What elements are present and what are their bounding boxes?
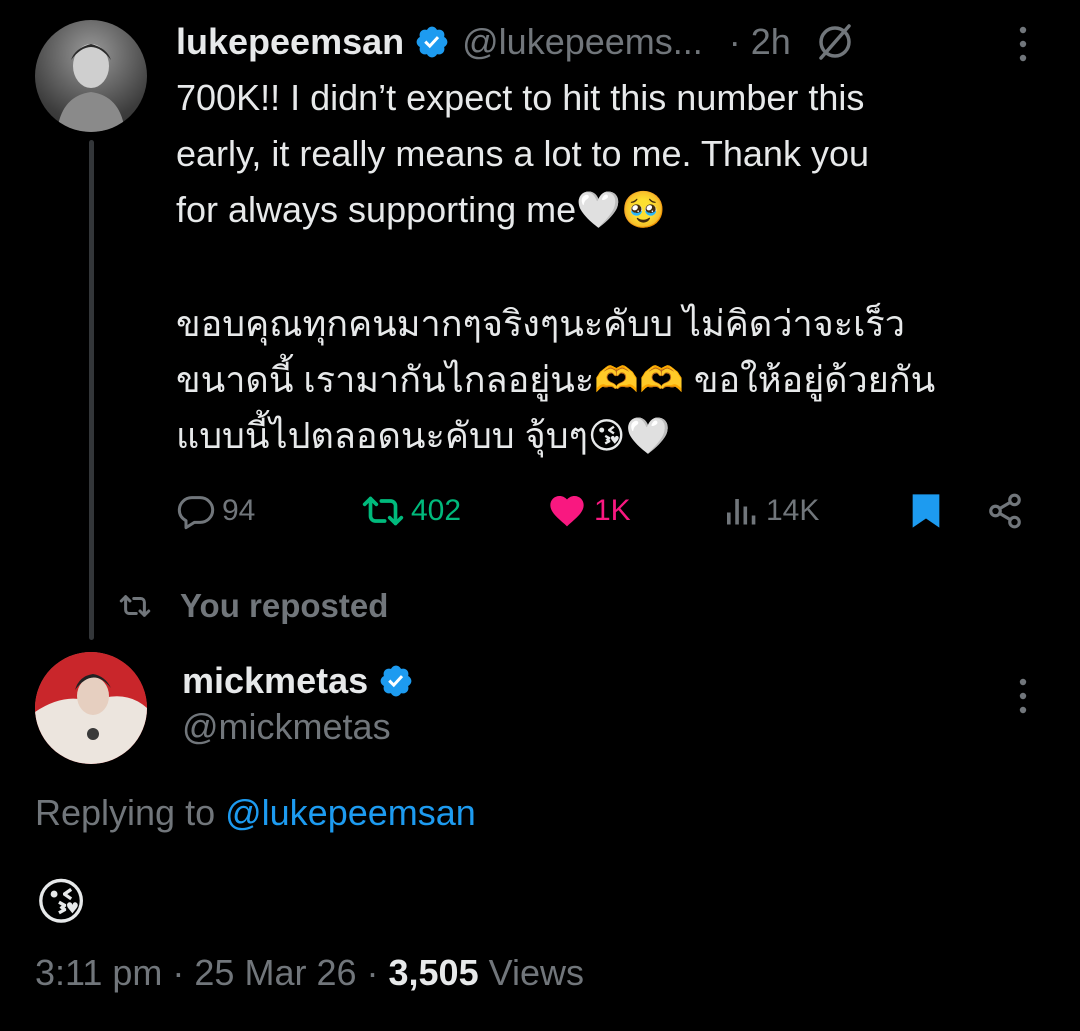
reply-button[interactable]: 94	[176, 486, 255, 536]
tweet-header: lukepeemsan @lukepeems... · 2h	[176, 14, 855, 70]
verified-badge-icon	[416, 26, 448, 58]
verified-badge-icon	[380, 665, 412, 697]
reply-author-name-row: mickmetas	[182, 656, 414, 706]
reply-tweet-text: 😘	[35, 874, 88, 930]
tweet-time[interactable]: 3:11 pm	[35, 952, 162, 993]
author-handle[interactable]: @lukepeems...	[462, 21, 703, 63]
tweet-date[interactable]: 25 Mar 26	[194, 952, 356, 993]
meta-separator: ·	[356, 952, 389, 993]
heart-icon	[550, 496, 584, 527]
tweet-text-thai: ขอบคุณทุกคนมากๆจริงๆนะคับบ ไม่คิดว่าจะเร…	[176, 303, 936, 456]
repost-context-label: You reposted	[180, 587, 389, 624]
tweet-text-english: 700K!! I didn’t expect to hit this numbe…	[176, 77, 869, 230]
repost-context: You reposted	[118, 584, 388, 628]
reply-count: 94	[222, 494, 256, 527]
bookmark-button[interactable]	[909, 486, 943, 536]
grok-icon[interactable]	[815, 22, 855, 62]
repost-context-icon	[119, 595, 151, 617]
thread-connector-line	[89, 140, 94, 640]
replying-to-mention-link[interactable]: @lukepeemsan	[225, 792, 476, 833]
tweet-action-bar: 94 402 1K 14K	[176, 486, 1036, 536]
tweet-timestamp[interactable]: · 2h	[729, 21, 791, 63]
more-options-icon[interactable]	[1018, 24, 1028, 64]
author-display-name[interactable]: lukepeemsan	[176, 21, 404, 63]
reply-author-handle[interactable]: @mickmetas	[182, 706, 391, 748]
meta-separator: ·	[162, 952, 195, 993]
repost-icon	[362, 496, 404, 526]
tweet-meta-line: 3:11 pm · 25 Mar 26 · 3,505 Views	[35, 952, 584, 994]
more-options-icon[interactable]	[1018, 676, 1028, 716]
avatar-lukepeemsan[interactable]	[35, 20, 147, 132]
like-button[interactable]: 1K	[546, 486, 631, 536]
avatar-photo	[35, 652, 147, 764]
views-button[interactable]: 14K	[724, 486, 819, 536]
share-icon	[989, 493, 1021, 529]
avatar-photo	[57, 44, 125, 132]
repost-count: 402	[411, 494, 462, 527]
views-icon	[727, 499, 756, 525]
reply-author-display-name[interactable]: mickmetas	[182, 660, 368, 702]
reply-icon	[177, 496, 215, 530]
like-count: 1K	[594, 494, 631, 527]
avatar-mickmetas[interactable]	[35, 652, 147, 764]
repost-button[interactable]: 402	[361, 486, 461, 536]
tweet-views-label: Views	[478, 952, 584, 993]
views-count: 14K	[766, 494, 820, 527]
tweet-views-count[interactable]: 3,505	[389, 952, 479, 993]
bookmark-icon	[912, 494, 940, 528]
replying-to-prefix: Replying to	[35, 792, 226, 833]
replying-to-line: Replying to @lukepeemsan	[35, 792, 476, 834]
share-button[interactable]	[986, 486, 1024, 536]
